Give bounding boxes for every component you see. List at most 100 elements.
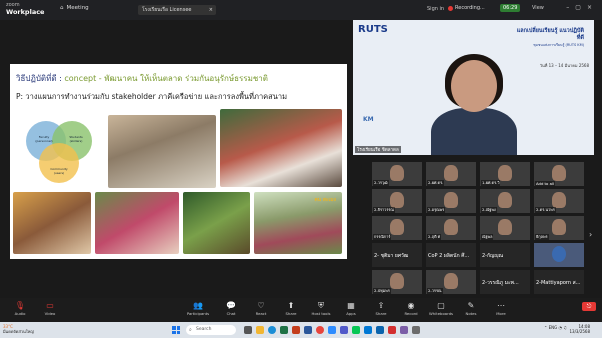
slide-title-main: วิธีปฏิบัติที่ดี :	[16, 74, 65, 83]
participant-tile[interactable]: 2-วรรณ	[426, 270, 476, 294]
participant-avatar	[390, 165, 404, 181]
photo-plant-nursery	[183, 192, 250, 254]
next-page-arrow-icon[interactable]: ›	[589, 230, 592, 239]
participant-tile[interactable]: ณัฐพล	[480, 216, 530, 240]
chrome-icon[interactable]	[316, 326, 324, 334]
photo-classroom	[108, 115, 216, 188]
participant-avatar	[552, 246, 566, 262]
teams-icon[interactable]	[340, 326, 348, 334]
participant-tile[interactable]: ธิกุลพร	[534, 216, 584, 240]
participant-name: 2-วรรณ	[427, 288, 443, 294]
participant-avatar	[498, 192, 512, 208]
taskbar-clock[interactable]: 14:08 13/3/2568	[569, 324, 590, 334]
participants-label: Participants	[186, 311, 210, 316]
participant-avatar	[498, 219, 512, 235]
outlook-icon[interactable]	[376, 326, 384, 334]
banner-subtitle: ชุมชนแห่งการเรียนรู้ (RUTS KM)	[533, 43, 584, 47]
more-button[interactable]: ⋯ More	[483, 300, 519, 316]
participant-avatar	[444, 273, 458, 289]
weather-desc: มีแดดจัดส่วนใหญ่	[3, 329, 34, 334]
system-tray[interactable]: ⌃ ENG ◔ ♫	[544, 325, 567, 330]
participant-avatar	[444, 219, 458, 235]
participant-name: 2-จิราวรรณ	[373, 207, 395, 213]
taskbar-search[interactable]: ⌕ Search	[186, 325, 236, 335]
participant-avatar	[390, 273, 404, 289]
photo-students-outdoor	[13, 192, 91, 254]
venn-label-faculty: Faculty (personnel)	[35, 135, 53, 143]
meeting-title-tab[interactable]: โรงเรียนเรือ Licensee ×	[138, 5, 216, 15]
excel-icon[interactable]	[280, 326, 288, 334]
participant-tile[interactable]: 2-ณัฐพง	[480, 189, 530, 213]
zoom-icon[interactable]	[328, 326, 336, 334]
photo-group-work	[95, 192, 179, 254]
participant-tile[interactable]: CoP 2 ผลิตนัก ศึ...	[426, 243, 476, 267]
file-explorer-icon[interactable]	[256, 326, 264, 334]
participant-tile[interactable]: 1-ผศ.ดร.วิ	[480, 162, 530, 186]
participant-tile[interactable]: 2- ชุติมา ยศวัฒ	[372, 243, 422, 267]
word-icon[interactable]	[304, 326, 312, 334]
close-icon[interactable]: ×	[209, 6, 213, 14]
more-label: More	[496, 311, 506, 316]
acrobat-icon[interactable]	[388, 326, 396, 334]
speaker-face	[451, 60, 497, 112]
participant-tile[interactable]: 2-ผศ.ดร.	[426, 162, 476, 186]
participant-tile[interactable]: 2-ปทุมพร	[372, 270, 422, 294]
participant-avatar	[390, 219, 404, 235]
participant-tile[interactable]: 2-ดร.นวพร	[534, 189, 584, 213]
banner-date: วันที่ 13 – 14 มีนาคม 2568	[539, 63, 589, 68]
venn-diagram: Faculty (personnel) Students (skillers) …	[13, 115, 105, 188]
participant-tile[interactable]: 2-อรุณพร	[426, 189, 476, 213]
banner-title: แลกเปลี่ยนเรียนรู้ แนวปฏิบัติที่ดี ชุมชน…	[514, 28, 584, 49]
meeting-label: Meeting	[66, 5, 89, 11]
speaker-video[interactable]: RUTS แลกเปลี่ยนเรียนรู้ แนวปฏิบัติที่ดี …	[353, 20, 594, 155]
venn-label-students: Students (skillers)	[69, 135, 83, 143]
window-controls[interactable]: –▢×	[566, 4, 598, 11]
participants-icon: 👥	[193, 301, 203, 310]
slide-title-rest: concept - พัฒนาคน ให้เห็นตลาด ร่วมกันอนุ…	[64, 74, 268, 83]
participant-avatar	[552, 165, 566, 181]
participant-name: 2- ชุติมา ยศวัฒ	[374, 253, 409, 259]
edge-icon[interactable]	[268, 326, 276, 334]
participant-tile[interactable]	[534, 243, 584, 267]
store-icon[interactable]	[364, 326, 372, 334]
venn-label-community: Community (users)	[50, 167, 68, 175]
participant-tile[interactable]: 2-จิราวรรณ	[372, 189, 422, 213]
participant-avatar	[444, 165, 458, 181]
participant-name: CoP 2 ผลิตนัก ศึ...	[428, 253, 470, 259]
slide-subtitle: P: วางแผนการทำงานร่วมกับ stakeholder ภาค…	[16, 92, 288, 101]
participant-name: 2-Mattiyaporn ส...	[536, 280, 581, 286]
windows-start-icon[interactable]	[172, 326, 180, 334]
participant-name: 2-กัญญุณ	[482, 253, 504, 259]
video-button[interactable]: ▭ Video	[32, 300, 68, 316]
weather-widget[interactable]: 33°C มีแดดจัดส่วนใหญ่	[3, 324, 34, 334]
participant-tile[interactable]: 2-กัญญุณ	[480, 243, 530, 267]
powerpoint-icon[interactable]	[292, 326, 300, 334]
line-icon[interactable]	[352, 326, 360, 334]
participant-tile[interactable]: Add to all	[534, 162, 584, 186]
sign-in-link[interactable]: Sign in	[427, 6, 444, 12]
task-view-icon[interactable]	[244, 326, 252, 334]
banner-brand: RUTS	[358, 24, 388, 35]
speaker-name: โรงเรียนเรือ ชิดลาดล	[355, 146, 401, 153]
participant-tile[interactable]: 2-วรรณิภู มะพ...	[480, 270, 530, 294]
participant-name: Add to all	[535, 181, 556, 186]
home-icon: ⌂	[60, 5, 64, 11]
participant-avatar	[390, 192, 404, 208]
photos-icon[interactable]	[400, 326, 408, 334]
participant-name: 2-ดร.นวพร	[535, 207, 556, 213]
recording-indicator[interactable]: Recording...	[448, 5, 485, 11]
participant-tile[interactable]: 2-วรวุฒิ	[372, 162, 422, 186]
settings-icon[interactable]	[412, 326, 420, 334]
photo-group-sign: คน สะเมง	[254, 192, 342, 254]
participant-tile[interactable]: 2-ฤดี ศ	[426, 216, 476, 240]
participants-button[interactable]: 👥 Participants	[180, 300, 216, 316]
participant-tile[interactable]: 2-Mattiyaporn ส...	[534, 270, 584, 294]
participant-avatar	[552, 192, 566, 208]
meeting-timer: 06:29	[500, 4, 521, 12]
shared-screen-slide: วิธีปฏิบัติที่ดี : concept - พัฒนาคน ให้…	[10, 64, 347, 259]
view-button[interactable]: View	[532, 5, 544, 11]
participant-name: ณัฐพล	[481, 234, 494, 240]
meeting-tab[interactable]: ⌂ Meeting	[60, 5, 89, 11]
participant-name: 1-ผศ.ดร.วิ	[481, 180, 501, 186]
participant-tile[interactable]: กรรณิการ์	[372, 216, 422, 240]
